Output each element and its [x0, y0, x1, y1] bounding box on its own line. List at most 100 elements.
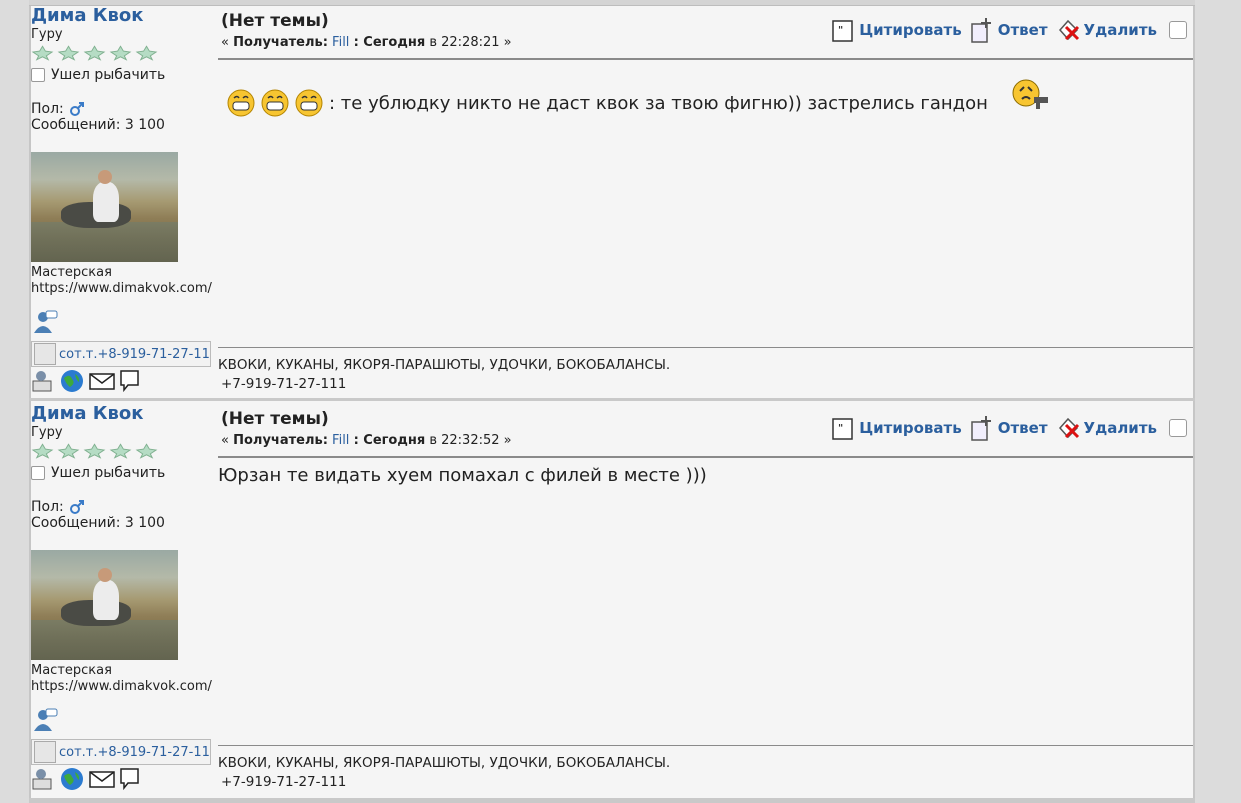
meta-suffix: » — [503, 433, 512, 448]
quote-icon: " — [832, 418, 853, 440]
recipient-link[interactable]: Fill — [332, 35, 349, 50]
post-body-text: : те ублюдку никто не даст квок за твою … — [329, 92, 988, 114]
email-icon[interactable] — [89, 369, 115, 393]
signature-divider — [218, 347, 1193, 348]
reply-button[interactable]: Ответ — [970, 415, 1048, 441]
signature-line: КВОКИ, КУКАНЫ, ЯКОРЯ-ПАРАШЮТЫ, УДОЧКИ, Б… — [218, 357, 671, 373]
male-icon — [69, 500, 84, 514]
date-label: : Сегодня — [353, 35, 426, 50]
workshop-label: Мастерская — [31, 663, 112, 678]
reply-label: Ответ — [997, 21, 1048, 39]
profile-actions — [31, 767, 218, 791]
signature-image[interactable]: сот.т.+8-919-71-27-111 — [31, 739, 211, 765]
website-globe-icon[interactable] — [60, 369, 84, 393]
quote-button[interactable]: " Цитировать — [831, 415, 962, 441]
image-alt-text: сот.т.+8-919-71-27-111 — [59, 744, 211, 760]
broken-image-icon — [34, 343, 56, 365]
online-user-icon — [34, 310, 58, 333]
star-icon — [31, 443, 54, 459]
date-label: : Сегодня — [353, 433, 426, 448]
rank-stars — [31, 45, 218, 63]
quote-button[interactable]: " Цитировать — [831, 17, 962, 43]
author-panel: Дима Квок Гуру Ушел рыбачить Пол: Сообще… — [31, 5, 218, 393]
male-icon — [69, 102, 84, 116]
gender-row: Пол: — [31, 499, 218, 515]
post-subject: (Нет темы) — [221, 409, 329, 429]
website-globe-icon[interactable] — [60, 767, 84, 791]
star-icon — [83, 443, 106, 459]
delete-label: Удалить — [1083, 419, 1157, 437]
profile-actions — [31, 369, 218, 393]
status-text: Ушел рыбачить — [51, 465, 166, 481]
delete-icon — [1058, 417, 1079, 439]
star-icon — [135, 443, 158, 459]
select-post-checkbox[interactable] — [1169, 419, 1187, 437]
email-icon[interactable] — [89, 767, 115, 791]
recipient-label: Получатель: — [233, 433, 328, 448]
status-icon — [31, 68, 45, 82]
post-count: Сообщений: 3 100 — [31, 515, 165, 531]
recipient-link[interactable]: Fill — [332, 433, 349, 448]
signature-phone: +7-919-71-27-111 — [221, 774, 347, 790]
author-name-link[interactable]: Дима Квок — [31, 403, 218, 425]
private-message-icon[interactable] — [118, 767, 142, 791]
post-subject: (Нет темы) — [221, 11, 329, 31]
post-divider — [218, 58, 1193, 60]
status-icon — [31, 466, 45, 480]
quote-label: Цитировать — [859, 419, 962, 437]
broken-image-icon — [34, 741, 56, 763]
user-status: Ушел рыбачить — [31, 465, 218, 481]
profile-icon[interactable] — [31, 369, 55, 393]
website-text: https://www.dimakvok.com/ — [31, 679, 212, 694]
post-separator — [29, 798, 1195, 803]
post-separator — [29, 398, 1195, 401]
svg-text:": " — [838, 423, 843, 434]
reply-label: Ответ — [997, 419, 1048, 437]
online-user-icon — [34, 708, 58, 731]
delete-button[interactable]: Удалить — [1056, 415, 1157, 441]
message-panel: (Нет темы) « Получатель: Fill : Сегодня … — [218, 403, 1193, 798]
gender-row: Пол: — [31, 101, 218, 117]
meta-prefix: « — [221, 35, 229, 50]
post: Дима Квок Гуру Ушел рыбачить Пол: Сообще… — [31, 5, 1193, 398]
recipient-label: Получатель: — [233, 35, 328, 50]
post-actions: " Цитировать Ответ Удалить — [823, 415, 1187, 441]
signature: КВОКИ, КУКАНЫ, ЯКОРЯ-ПАРАШЮТЫ, УДОЧКИ, Б… — [218, 754, 670, 792]
post-time: в 22:28:21 — [429, 35, 500, 50]
svg-text:": " — [838, 25, 843, 36]
signature-image[interactable]: сот.т.+8-919-71-27-111 — [31, 341, 211, 367]
quote-label: Цитировать — [859, 21, 962, 39]
workshop-label: Мастерская — [31, 265, 112, 280]
author-rank: Гуру — [31, 27, 63, 42]
delete-button[interactable]: Удалить — [1056, 17, 1157, 43]
quote-icon: " — [832, 20, 853, 42]
star-icon — [109, 45, 132, 61]
meta-prefix: « — [221, 433, 229, 448]
star-icon — [31, 45, 54, 61]
reply-button[interactable]: Ответ — [970, 17, 1048, 43]
gender-label: Пол: — [31, 101, 64, 117]
grin-smiley-icon — [261, 89, 289, 117]
post-meta: « Получатель: Fill : Сегодня в 22:32:52 … — [221, 433, 512, 448]
profile-icon[interactable] — [31, 767, 55, 791]
author-panel: Дима Квок Гуру Ушел рыбачить Пол: Сообще… — [31, 403, 218, 791]
post-actions: " Цитировать Ответ Удалить — [823, 17, 1187, 43]
avatar — [31, 152, 178, 262]
meta-suffix: » — [503, 35, 512, 50]
message-panel: (Нет темы) « Получатель: Fill : Сегодня … — [218, 5, 1193, 398]
signature-phone: +7-919-71-27-111 — [221, 376, 347, 392]
post-body: Юрзан те видать хуем помахал с филей в м… — [218, 465, 707, 486]
image-alt-text: сот.т.+8-919-71-27-111 — [59, 346, 211, 362]
author-name-link[interactable]: Дима Квок — [31, 5, 218, 27]
private-message-icon[interactable] — [118, 369, 142, 393]
avatar — [31, 550, 178, 660]
signature-line: КВОКИ, КУКАНЫ, ЯКОРЯ-ПАРАШЮТЫ, УДОЧКИ, Б… — [218, 755, 671, 771]
post-body-text: Юрзан те видать хуем помахал с филей в м… — [218, 465, 707, 486]
rank-stars — [31, 443, 218, 461]
star-icon — [109, 443, 132, 459]
post-count: Сообщений: 3 100 — [31, 117, 165, 133]
delete-label: Удалить — [1083, 21, 1157, 39]
select-post-checkbox[interactable] — [1169, 21, 1187, 39]
post: Дима Квок Гуру Ушел рыбачить Пол: Сообще… — [31, 403, 1193, 798]
gender-label: Пол: — [31, 499, 64, 515]
